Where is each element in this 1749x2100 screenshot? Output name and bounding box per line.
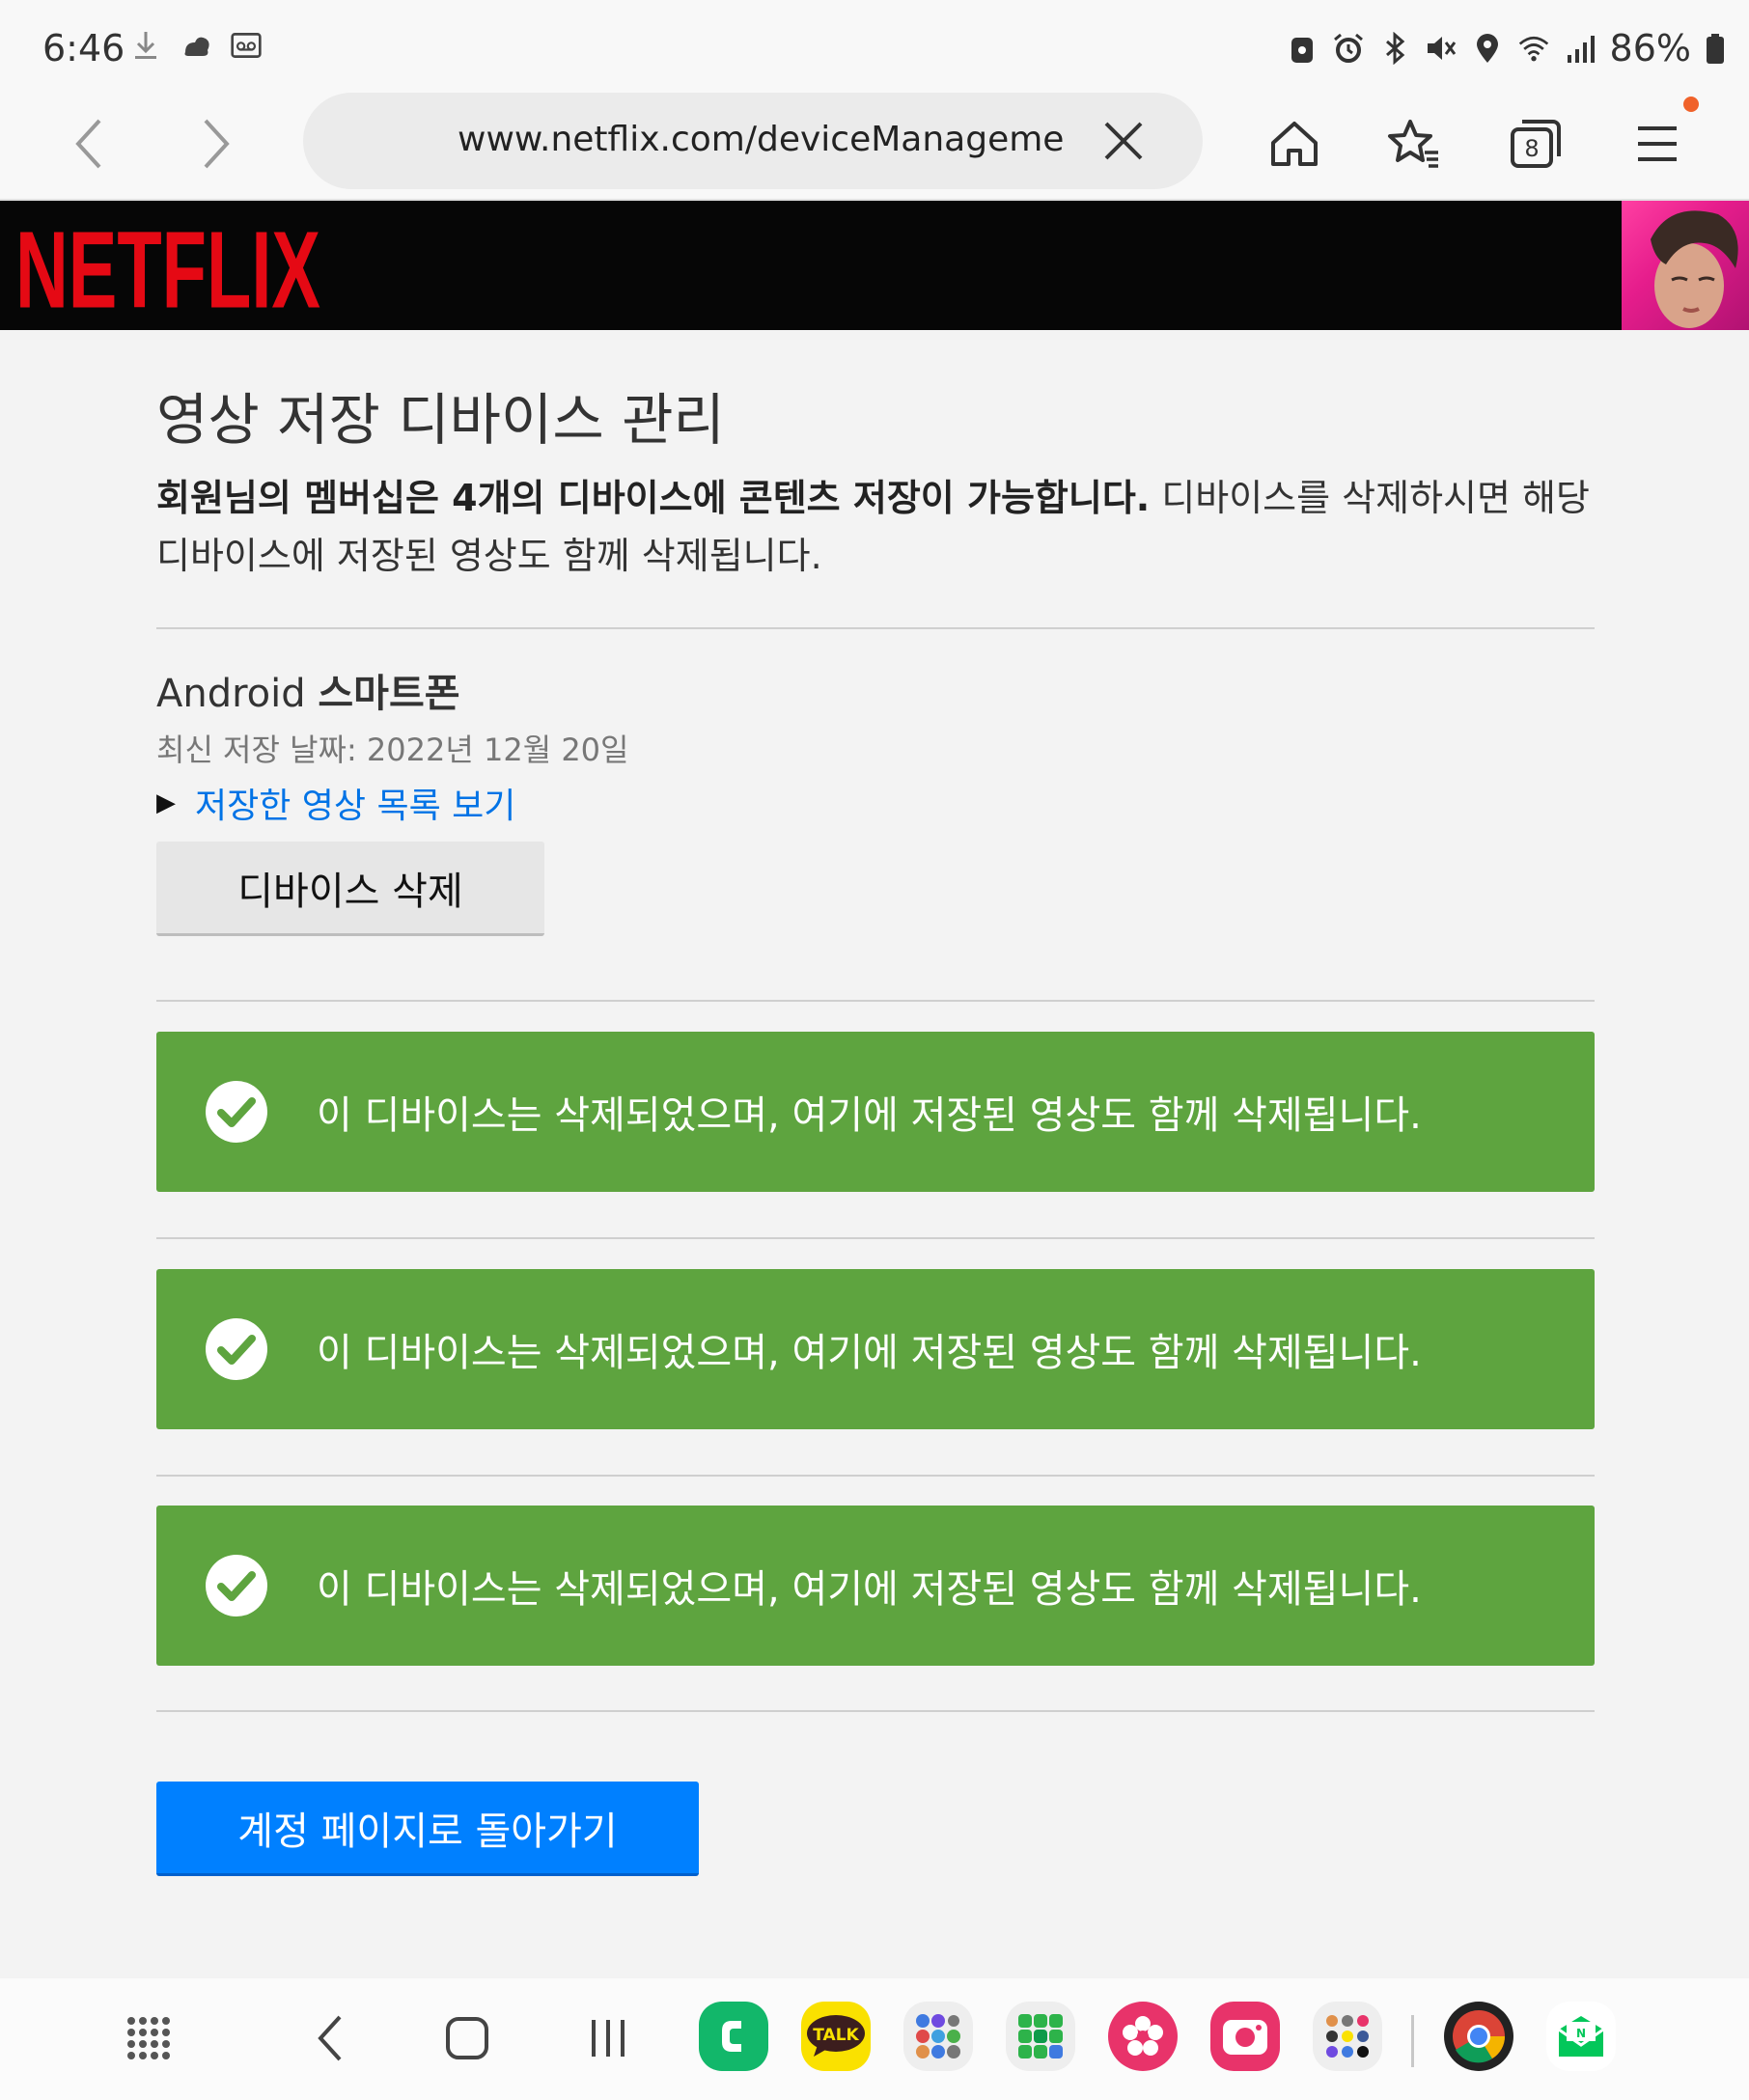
home-square-icon [446, 2017, 488, 2059]
home-button[interactable] [1259, 108, 1330, 180]
bookmark-star-icon [1388, 120, 1438, 168]
back-to-account-button[interactable]: 계정 페이지로 돌아가기 [156, 1782, 699, 1876]
device-last-download: 최신 저장 날짜: 2022년 12월 20일 [156, 732, 629, 768]
success-message: 이 디바이스는 삭제되었으며, 여기에 저장된 영상도 함께 삭제됩니다. [156, 1269, 1595, 1429]
talk-label: TALK [813, 2026, 859, 2045]
mail-icon: N [1558, 2016, 1604, 2057]
url-text[interactable]: www.netflix.com/deviceManageme [458, 120, 1064, 159]
folder-apps-icon [1326, 2015, 1369, 2058]
success-message: 이 디바이스는 삭제되었으며, 여기에 저장된 영상도 함께 삭제됩니다. [156, 1506, 1595, 1666]
folder-apps-icon [916, 2014, 960, 2059]
success-message: 이 디바이스는 삭제되었으며, 여기에 저장된 영상도 함께 삭제됩니다. [156, 1032, 1595, 1192]
divider [156, 627, 1595, 629]
tabs-button[interactable]: 8 [1500, 108, 1571, 180]
wifi-icon [1517, 32, 1550, 65]
url-bar[interactable]: www.netflix.com/deviceManageme [303, 93, 1203, 189]
forward-icon [204, 119, 230, 169]
camera-icon [1223, 2020, 1267, 2055]
home-icon [1271, 122, 1318, 166]
view-downloads-link[interactable]: ▶ 저장한 영상 목록 보기 [156, 778, 515, 828]
svg-text:N: N [1576, 2027, 1586, 2040]
description-bold: 회원님의 멤버십은 4개의 디바이스에 콘텐츠 저장이 가능합니다. [156, 477, 1151, 519]
bluetooth-icon [1378, 32, 1411, 65]
notification-dot [1683, 97, 1699, 112]
success-message-text: 이 디바이스는 삭제되었으며, 여기에 저장된 영상도 함께 삭제됩니다. [317, 1093, 1422, 1138]
check-circle-icon [206, 1081, 267, 1143]
recents-icon [592, 2020, 625, 2057]
camera-app[interactable] [1210, 2002, 1280, 2071]
remove-device-button[interactable]: 디바이스 삭제 [156, 842, 544, 936]
profile-avatar-image [1651, 210, 1738, 328]
chrome-app[interactable] [1444, 2002, 1513, 2071]
bookmarks-button[interactable] [1378, 108, 1450, 180]
netflix-logo[interactable]: NETFLIX [15, 209, 324, 331]
divider [156, 1475, 1595, 1477]
app-folder-3[interactable] [1313, 2002, 1382, 2071]
naver-mail-app[interactable]: N [1546, 2002, 1616, 2071]
profile-avatar[interactable] [1622, 201, 1749, 330]
menu-button[interactable] [1622, 108, 1693, 180]
back-chevron-icon [318, 2015, 342, 2061]
page-title: 영상 저장 디바이스 관리 [156, 387, 725, 453]
expand-triangle-icon[interactable]: ▶ [156, 788, 176, 817]
success-message-text: 이 디바이스는 삭제되었으며, 여기에 저장된 영상도 함께 삭제됩니다. [317, 1331, 1422, 1375]
system-nav-bar: TALK N [0, 1978, 1749, 2100]
sim-lock-icon [1286, 32, 1319, 65]
device-name: Android 스마트폰 [156, 662, 460, 718]
tabs-icon: 8 [1511, 120, 1561, 168]
status-time: 6:46 [42, 27, 125, 69]
gallery-app[interactable] [1108, 2002, 1178, 2071]
phone-app-icon [722, 2021, 741, 2052]
voicemail-icon [230, 29, 263, 62]
kakaotalk-app[interactable]: TALK [801, 2002, 871, 2071]
app-folder-2[interactable] [1006, 2002, 1075, 2071]
folder-apps-icon [1018, 2014, 1063, 2059]
netflix-logo-text: NETFLIX [15, 218, 320, 315]
divider [156, 1710, 1595, 1712]
close-icon [1104, 122, 1143, 160]
location-icon [1471, 32, 1504, 65]
check-circle-icon [206, 1555, 267, 1616]
phone-app[interactable] [699, 2002, 768, 2071]
app-grid-icon [127, 2017, 170, 2059]
mute-icon [1425, 32, 1458, 65]
success-message-text: 이 디바이스는 삭제되었으며, 여기에 저장된 영상도 함께 삭제됩니다. [317, 1567, 1422, 1612]
weather-icon [180, 29, 212, 62]
system-home-button[interactable] [432, 2003, 502, 2073]
back-icon [75, 119, 101, 169]
device-name-type: 스마트폰 [318, 672, 460, 716]
download-icon [129, 29, 162, 62]
check-circle-icon [206, 1318, 267, 1380]
netflix-header: NETFLIX [0, 201, 1749, 331]
flower-icon [1123, 2016, 1163, 2056]
menu-icon [1638, 126, 1677, 161]
status-bar: 6:46 86% [0, 0, 1749, 93]
divider [156, 1237, 1595, 1239]
tab-count: 8 [1524, 135, 1539, 162]
system-back-button[interactable] [295, 2003, 365, 2073]
kakaotalk-app-icon: TALK [807, 2015, 865, 2057]
page-description: 회원님의 멤버십은 4개의 디바이스에 콘텐츠 저장이 가능합니다. 디바이스를… [156, 469, 1595, 585]
signal-icon [1564, 32, 1596, 65]
divider [156, 1000, 1595, 1002]
device-name-prefix: Android [156, 672, 306, 716]
dock-separator [1411, 2015, 1414, 2067]
clear-url-button[interactable] [1095, 112, 1152, 170]
status-left-icons [129, 29, 263, 62]
browser-toolbar: www.netflix.com/deviceManageme 8 [0, 93, 1749, 201]
status-right-icons: 86% [1286, 27, 1726, 69]
forward-button[interactable] [181, 110, 249, 178]
alarm-icon [1332, 32, 1365, 65]
recents-button[interactable] [573, 2003, 643, 2073]
battery-icon [1705, 32, 1726, 65]
app-drawer-button[interactable] [114, 2003, 183, 2073]
view-downloads-label[interactable]: 저장한 영상 목록 보기 [195, 778, 515, 828]
battery-percent: 86% [1609, 27, 1691, 69]
back-button[interactable] [56, 110, 124, 178]
chrome-icon [1453, 2010, 1505, 2063]
app-folder-1[interactable] [903, 2002, 973, 2071]
